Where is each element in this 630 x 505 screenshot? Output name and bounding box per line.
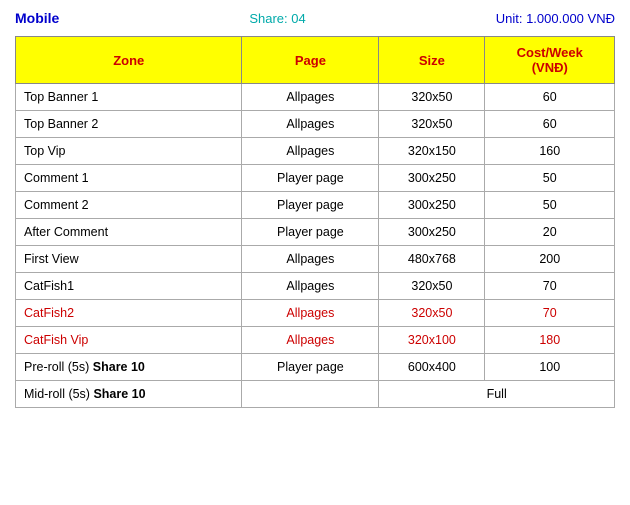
cell-size: 320x50	[379, 273, 485, 300]
cell-cost: 50	[485, 192, 615, 219]
table-row: Top Banner 1Allpages320x5060	[16, 84, 615, 111]
cell-page: Allpages	[242, 327, 379, 354]
cell-zone: CatFish1	[16, 273, 242, 300]
cell-page: Allpages	[242, 138, 379, 165]
cell-zone: Top Banner 1	[16, 84, 242, 111]
cell-zone: After Comment	[16, 219, 242, 246]
cell-zone: CatFish Vip	[16, 327, 242, 354]
cell-page: Player page	[242, 219, 379, 246]
cell-size: 320x50	[379, 300, 485, 327]
table-row: Top Banner 2Allpages320x5060	[16, 111, 615, 138]
cell-cost: 180	[485, 327, 615, 354]
col-cost: Cost/Week(VNĐ)	[485, 37, 615, 84]
table-row: Comment 1Player page300x25050	[16, 165, 615, 192]
cell-page: Allpages	[242, 111, 379, 138]
cell-cost: 160	[485, 138, 615, 165]
cell-page: Allpages	[242, 84, 379, 111]
cell-zone: Pre-roll (5s) Share 10	[16, 354, 242, 381]
cell-zone: Top Vip	[16, 138, 242, 165]
cell-zone: First View	[16, 246, 242, 273]
cell-zone: Mid-roll (5s) Share 10	[16, 381, 242, 408]
cell-size: 480x768	[379, 246, 485, 273]
cell-page: Allpages	[242, 246, 379, 273]
cell-size: 320x50	[379, 84, 485, 111]
cell-cost: 20	[485, 219, 615, 246]
cell-size: 320x100	[379, 327, 485, 354]
col-zone: Zone	[16, 37, 242, 84]
cell-size-full: Full	[379, 381, 615, 408]
share-label: Share:	[249, 11, 287, 26]
table-row: Top VipAllpages320x150160	[16, 138, 615, 165]
cell-zone: Top Banner 2	[16, 111, 242, 138]
table-row: Comment 2Player page300x25050	[16, 192, 615, 219]
col-size: Size	[379, 37, 485, 84]
cell-cost: 50	[485, 165, 615, 192]
cell-size: 600x400	[379, 354, 485, 381]
cell-size: 300x250	[379, 219, 485, 246]
cell-page: Player page	[242, 165, 379, 192]
mobile-label: Mobile	[15, 10, 59, 26]
cell-zone: Comment 1	[16, 165, 242, 192]
cell-cost: 60	[485, 84, 615, 111]
table-row: CatFish2Allpages320x5070	[16, 300, 615, 327]
table-row: Pre-roll (5s) Share 10Player page600x400…	[16, 354, 615, 381]
cell-cost: 100	[485, 354, 615, 381]
cell-size: 300x250	[379, 192, 485, 219]
unit-value: 1.000.000 VNĐ	[526, 11, 615, 26]
cell-cost: 70	[485, 300, 615, 327]
table-row: CatFish1Allpages320x5070	[16, 273, 615, 300]
cell-cost: 70	[485, 273, 615, 300]
cell-size: 320x50	[379, 111, 485, 138]
cell-cost: 200	[485, 246, 615, 273]
table-row: Mid-roll (5s) Share 10 Full	[16, 381, 615, 408]
cell-page	[242, 381, 379, 408]
pricing-table: Zone Page Size Cost/Week(VNĐ) Top Banner…	[15, 36, 615, 408]
cell-zone: Comment 2	[16, 192, 242, 219]
unit-label: Unit:	[496, 11, 523, 26]
cell-page: Player page	[242, 354, 379, 381]
table-row: After CommentPlayer page300x25020	[16, 219, 615, 246]
share-info: Share: 04	[249, 11, 305, 26]
cell-page: Allpages	[242, 273, 379, 300]
col-page: Page	[242, 37, 379, 84]
table-row: First ViewAllpages480x768200	[16, 246, 615, 273]
cell-page: Player page	[242, 192, 379, 219]
share-value: 04	[291, 11, 305, 26]
header: Mobile Share: 04 Unit: 1.000.000 VNĐ	[15, 10, 615, 26]
table-row: CatFish VipAllpages320x100180	[16, 327, 615, 354]
cell-page: Allpages	[242, 300, 379, 327]
cell-cost: 60	[485, 111, 615, 138]
unit-info: Unit: 1.000.000 VNĐ	[496, 11, 615, 26]
cell-zone: CatFish2	[16, 300, 242, 327]
cell-size: 320x150	[379, 138, 485, 165]
cell-size: 300x250	[379, 165, 485, 192]
